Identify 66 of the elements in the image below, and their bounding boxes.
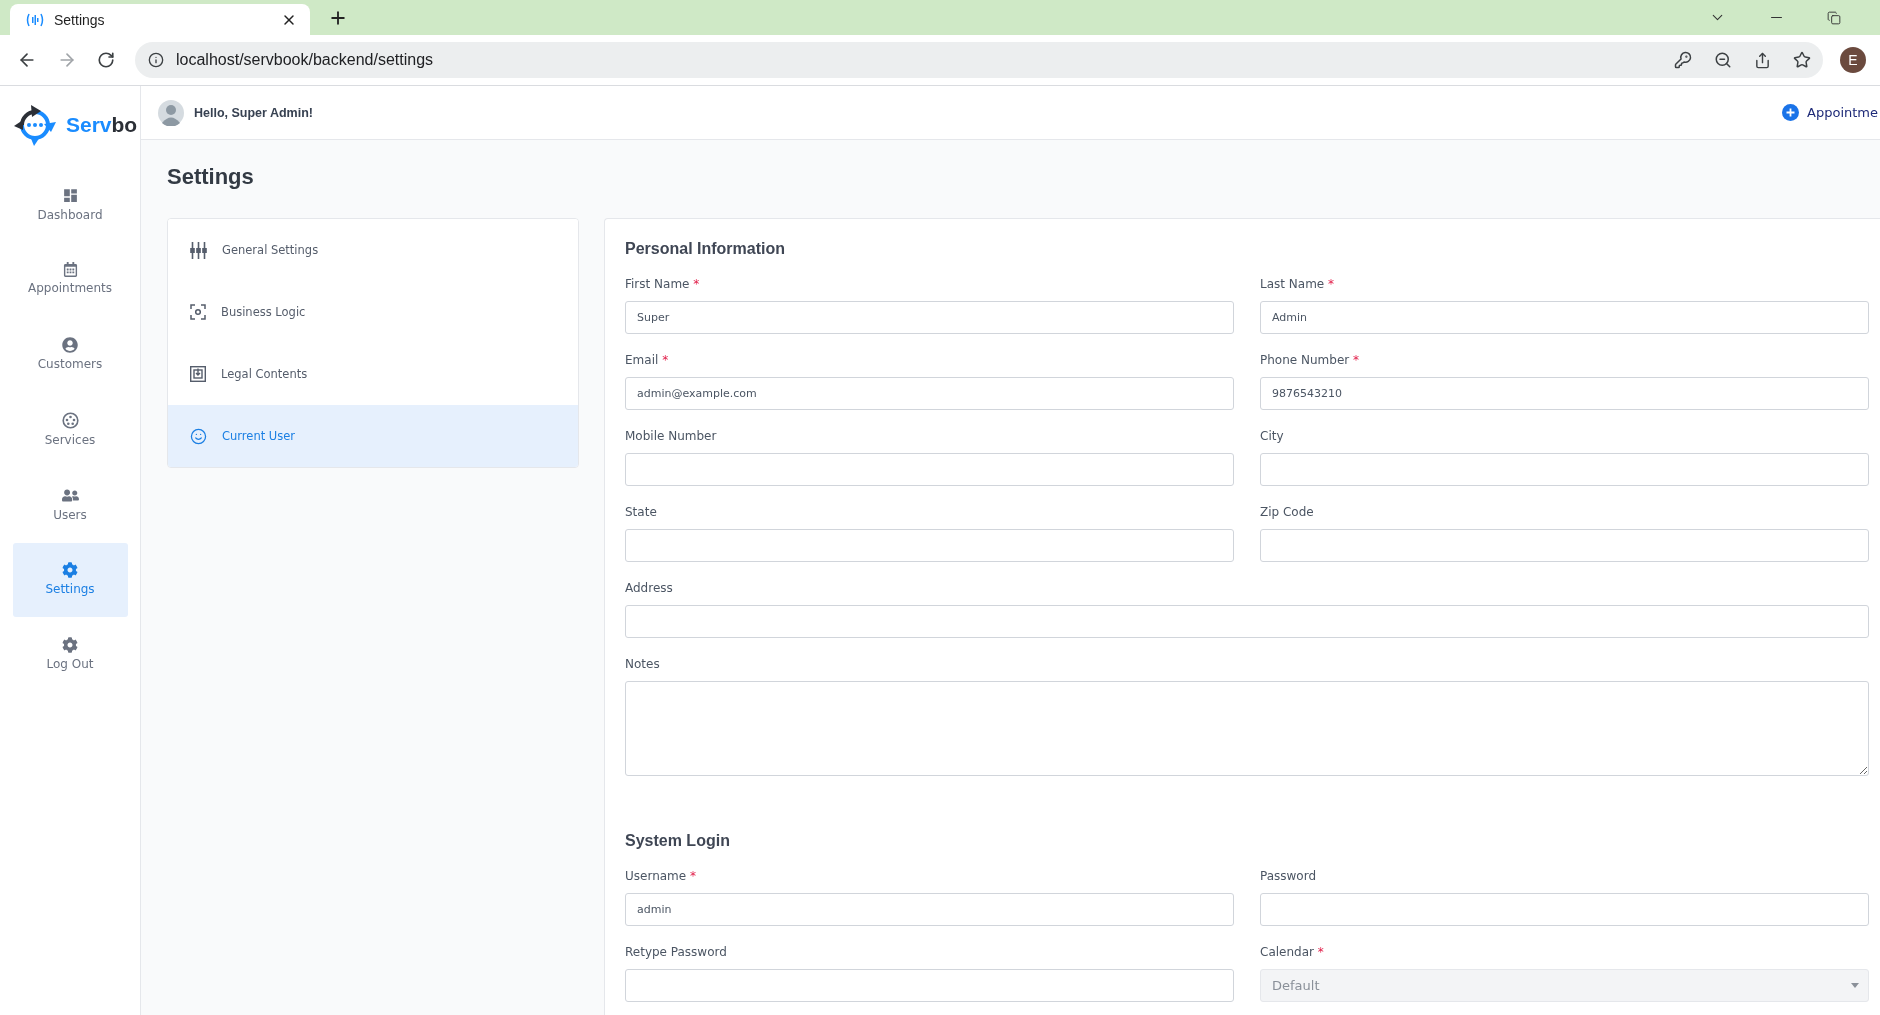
input-field[interactable]: Super	[625, 301, 1234, 334]
sidebar-item[interactable]: Dashboard	[12, 168, 128, 242]
logo-icon	[14, 103, 56, 146]
sidebar-item[interactable]: Users	[12, 468, 128, 542]
logo-text: Servbo	[66, 112, 138, 137]
profile-button[interactable]: E	[1840, 47, 1866, 73]
share-icon[interactable]	[1754, 51, 1771, 69]
restore-icon[interactable]	[1827, 10, 1841, 25]
zoom-out-icon[interactable]	[1714, 51, 1732, 69]
field-label: Address	[625, 580, 674, 597]
appointment-link[interactable]: Appointme	[1782, 104, 1878, 121]
sidebar-item[interactable]: Appointments	[12, 243, 128, 317]
focus-frame-icon	[190, 304, 206, 320]
settings-menu-item[interactable]: Current User	[168, 405, 578, 467]
input-field[interactable]	[625, 453, 1234, 486]
input-field[interactable]: admin	[625, 893, 1234, 926]
sidebar-item[interactable]: Settings	[12, 543, 128, 617]
avatar-icon	[158, 99, 184, 126]
field-label: Zip Code	[1260, 504, 1315, 521]
input-field[interactable]: 9876543210	[1260, 377, 1869, 410]
greeting-text: Hello, Super Admin!	[194, 105, 313, 120]
field-label: Notes	[625, 656, 661, 673]
field-label: Mobile Number	[625, 428, 718, 445]
key-icon[interactable]	[1674, 51, 1692, 69]
field-label: Password	[1260, 868, 1318, 885]
field-label: First Name *	[625, 276, 701, 293]
caret-icon	[1851, 983, 1859, 988]
sidebar-item[interactable]: Log Out	[12, 618, 128, 692]
input-field[interactable]: admin@example.com	[625, 377, 1234, 410]
sliders-icon	[190, 241, 207, 259]
input-field[interactable]	[1260, 893, 1869, 926]
field-label: Username *	[625, 868, 697, 885]
field-label: Retype Password	[625, 944, 728, 961]
text-area-field[interactable]	[625, 681, 1869, 776]
sidebar-item[interactable]: Customers	[12, 318, 128, 392]
field-label: State	[625, 504, 658, 521]
tiles-icon	[61, 187, 79, 204]
reload-icon[interactable]	[97, 51, 115, 69]
calendar-icon	[62, 262, 78, 277]
input-field[interactable]	[625, 529, 1234, 562]
dotted-circle-icon	[61, 412, 79, 429]
gear-icon	[62, 562, 78, 578]
address-bar[interactable]: localhost/servbook/backend/settings	[135, 42, 1823, 78]
input-field[interactable]	[625, 605, 1869, 638]
sidebar-item[interactable]: Services	[12, 393, 128, 467]
field-label: Phone Number *	[1260, 352, 1361, 369]
page-title: Settings	[167, 163, 255, 191]
field-label: City	[1260, 428, 1285, 445]
field-label: Calendar *	[1260, 944, 1325, 961]
users-icon	[61, 487, 79, 504]
star-icon[interactable]	[1793, 51, 1811, 69]
section-title: Personal Information	[625, 239, 787, 259]
gear-icon	[62, 637, 78, 653]
section-title: System Login	[625, 831, 731, 851]
input-field[interactable]	[625, 969, 1234, 1002]
favicon-icon	[26, 12, 44, 27]
input-field[interactable]: Admin	[1260, 301, 1869, 334]
input-field[interactable]	[1260, 453, 1869, 486]
plus-circle-icon	[1782, 104, 1800, 121]
boxed-arrow-icon	[190, 366, 206, 382]
field-label: Email *	[625, 352, 670, 369]
info-icon[interactable]	[148, 52, 164, 68]
field-label: Last Name *	[1260, 276, 1336, 293]
browser-tab[interactable]: Settings	[10, 4, 310, 35]
input-field[interactable]	[1260, 529, 1869, 562]
smiley-icon	[190, 427, 207, 445]
